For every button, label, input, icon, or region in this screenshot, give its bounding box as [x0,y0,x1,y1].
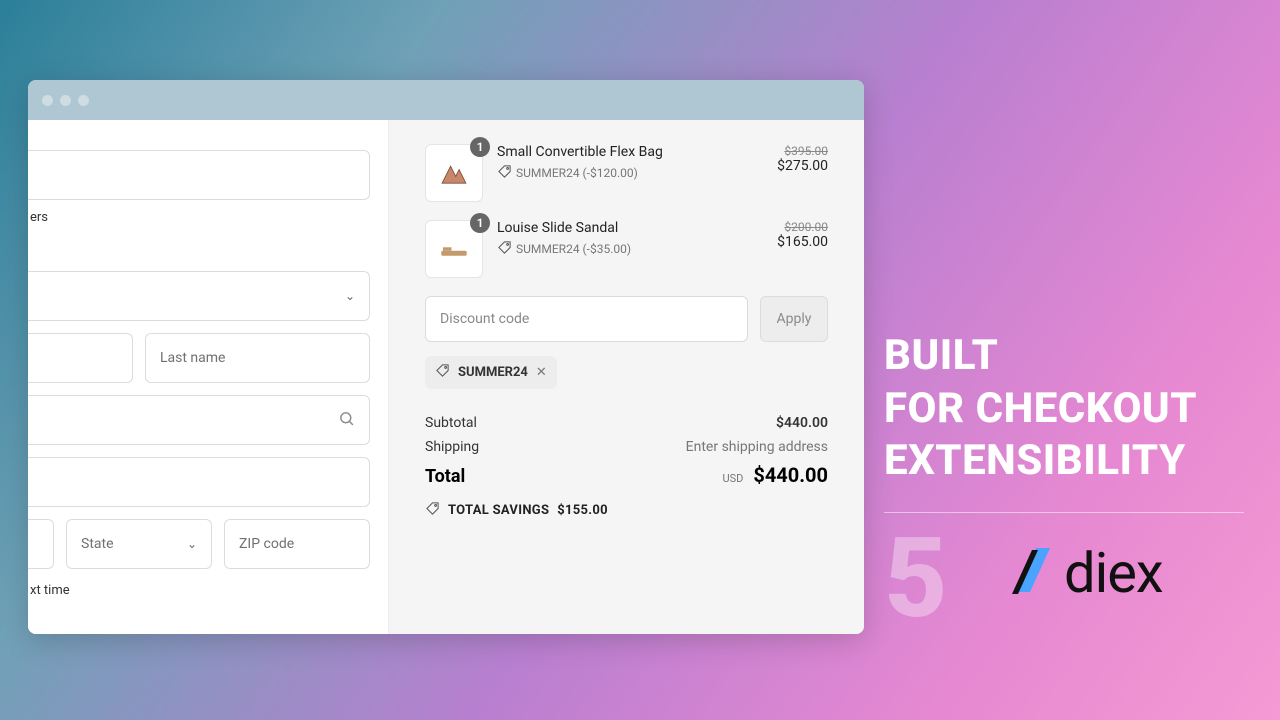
apartment-field[interactable]: ) [28,457,370,507]
total-amount: $440.00 [753,463,828,487]
quantity-badge: 1 [470,213,490,233]
applied-discount-chip: SUMMER24 ✕ [425,356,557,389]
discount-code-input[interactable]: Discount code [425,296,748,342]
line-item-title: Small Convertible Flex Bag [497,144,763,160]
brand-logo-icon [1010,542,1054,604]
search-icon [338,410,355,431]
window-controls [42,95,89,106]
apply-discount-button[interactable]: Apply [760,296,828,342]
window-close[interactable] [42,95,53,106]
total-savings: TOTAL SAVINGS $155.00 [425,501,828,520]
checkout-form: ers ⌄ Last name ) [28,120,389,634]
line-item-price: $165.00 [777,234,828,250]
window-zoom[interactable] [78,95,89,106]
discount-placeholder: Discount code [440,311,529,327]
zip-field[interactable]: ZIP code [224,519,370,569]
marketing-opt-in-fragment: ers [30,210,370,225]
country-select[interactable]: ⌄ [28,271,370,321]
chevron-down-icon: ⌄ [345,289,355,303]
window-minimize[interactable] [60,95,71,106]
line-item: 1 Louise Slide Sandal SUMMER24 (-$35.00)… [425,220,828,278]
shipping-row: Shipping Enter shipping address [425,439,828,455]
remove-discount-button[interactable]: ✕ [536,365,547,380]
line-item-title: Louise Slide Sandal [497,220,763,236]
state-placeholder: State [81,536,114,552]
order-summary: 1 Small Convertible Flex Bag SUMMER24 (-… [389,120,864,634]
marketing-headline: BUILT FOR CHECKOUT EXTENSIBILITY [884,330,1197,488]
tag-icon [497,164,512,182]
line-item-discount: SUMMER24 (-$35.00) [497,240,763,258]
first-name-field[interactable] [28,333,133,383]
state-select[interactable]: State ⌄ [66,519,212,569]
compare-at-price: $200.00 [777,220,828,234]
product-thumbnail: 1 [425,144,483,202]
total-row: Total USD $440.00 [425,463,828,487]
brand-wordmark: diex [1064,540,1163,606]
tag-icon [435,363,450,382]
quantity-badge: 1 [470,137,490,157]
line-item-discount: SUMMER24 (-$120.00) [497,164,763,182]
compare-at-price: $395.00 [777,144,828,158]
city-field[interactable] [28,519,54,569]
window-titlebar [28,80,864,120]
address-field[interactable] [28,395,370,445]
line-item-price: $275.00 [777,158,828,174]
product-thumbnail: 1 [425,220,483,278]
step-number: 5 [884,524,947,634]
last-name-field[interactable]: Last name [145,333,370,383]
brand-lockup: diex [1010,540,1163,606]
app-window: ers ⌄ Last name ) [28,80,864,634]
email-field[interactable] [28,150,370,200]
last-name-placeholder: Last name [160,350,225,366]
checkout-content: ers ⌄ Last name ) [28,120,864,634]
save-info-fragment: xt time [30,583,370,598]
zip-placeholder: ZIP code [239,536,294,552]
subtotal-row: Subtotal $440.00 [425,415,828,431]
currency-code: USD [722,472,743,485]
tag-icon [497,240,512,258]
divider [884,512,1244,513]
line-item: 1 Small Convertible Flex Bag SUMMER24 (-… [425,144,828,202]
chevron-down-icon: ⌄ [187,537,197,551]
tag-icon [425,501,440,520]
